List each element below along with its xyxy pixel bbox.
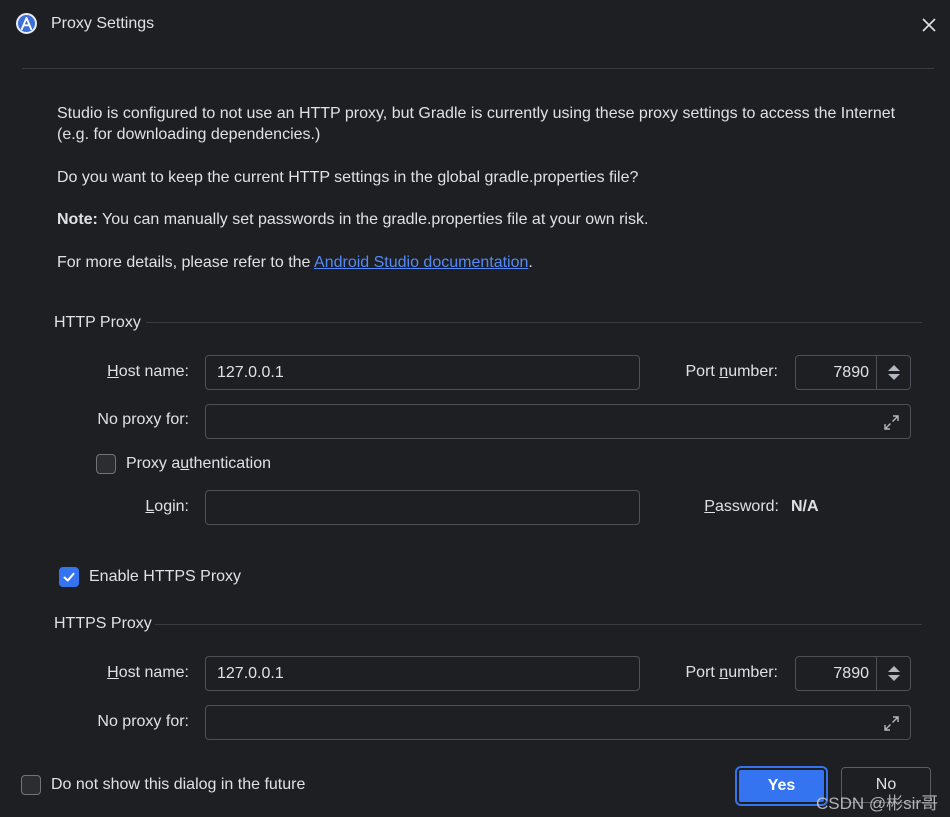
http-port-value[interactable]: 7890	[796, 356, 876, 389]
window-title: Proxy Settings	[51, 15, 155, 32]
spinner-up-icon[interactable]	[887, 666, 900, 672]
https-no-proxy-input[interactable]	[205, 705, 911, 740]
http-port-label: Port number:	[685, 363, 779, 380]
http-port-stepper[interactable]	[876, 356, 910, 389]
documentation-link[interactable]: Android Studio documentation	[314, 254, 528, 271]
note-label: Note:	[57, 211, 98, 228]
proxy-auth-label[interactable]: Proxy authentication	[126, 455, 271, 473]
https-port-label: Port number:	[685, 664, 779, 681]
https-host-label: Host name:	[107, 664, 189, 681]
enable-https-label[interactable]: Enable HTTPS Proxy	[89, 568, 241, 586]
https-port-spinner[interactable]: 7890	[795, 656, 911, 691]
note-text: You can manually set passwords in the gr…	[97, 211, 649, 228]
https-no-proxy-label: No proxy for:	[97, 713, 189, 730]
dont-show-checkbox[interactable]	[21, 775, 41, 795]
dont-show-label[interactable]: Do not show this dialog in the future	[51, 776, 305, 794]
android-studio-icon	[16, 13, 37, 34]
http-port-spinner[interactable]: 7890	[795, 355, 911, 390]
password-value: N/A	[791, 498, 819, 515]
details-suffix: .	[528, 254, 533, 271]
login-input[interactable]	[205, 490, 640, 525]
http-proxy-group-title: HTTP Proxy	[54, 314, 141, 331]
checkmark-icon	[63, 572, 75, 582]
http-host-label: Host name:	[107, 363, 189, 380]
http-proxy-group-divider	[146, 322, 922, 323]
details-paragraph: For more details, please refer to the An…	[57, 252, 897, 273]
note-paragraph: Note: You can manually set passwords in …	[57, 209, 897, 230]
yes-button[interactable]: Yes	[737, 768, 826, 804]
https-port-stepper[interactable]	[876, 657, 910, 690]
http-host-input[interactable]: 127.0.0.1	[205, 355, 640, 390]
https-port-value[interactable]: 7890	[796, 657, 876, 690]
watermark: CSDN @彬sir哥	[816, 794, 939, 813]
https-proxy-group-title: HTTPS Proxy	[54, 615, 152, 632]
https-proxy-group-divider	[155, 624, 922, 625]
https-host-input[interactable]: 127.0.0.1	[205, 656, 640, 691]
details-prefix: For more details, please refer to the	[57, 254, 315, 271]
proxy-auth-checkbox[interactable]	[96, 454, 116, 474]
intro-paragraph: Studio is configured to not use an HTTP …	[57, 105, 896, 143]
close-icon[interactable]	[918, 14, 940, 36]
enable-https-checkbox[interactable]	[59, 567, 79, 587]
keep-settings-question: Do you want to keep the current HTTP set…	[57, 169, 639, 186]
title-divider	[22, 68, 934, 69]
login-label: Login:	[145, 498, 189, 515]
password-label: Password:	[704, 498, 779, 515]
http-no-proxy-input[interactable]	[205, 404, 911, 439]
http-no-proxy-label: No proxy for:	[97, 411, 189, 428]
expand-icon[interactable]	[882, 714, 901, 733]
spinner-up-icon[interactable]	[887, 365, 900, 371]
spinner-down-icon[interactable]	[887, 675, 900, 681]
expand-icon[interactable]	[882, 413, 901, 432]
spinner-down-icon[interactable]	[887, 374, 900, 380]
